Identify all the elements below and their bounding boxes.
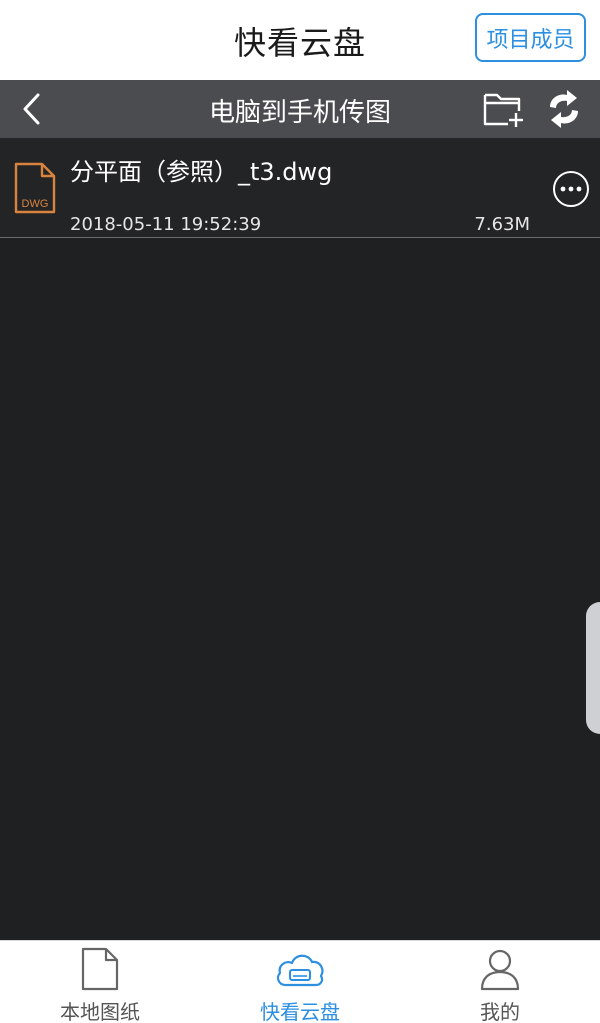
side-drawer-handle[interactable] [586,602,600,734]
file-date: 2018-05-11 19:52:39 [70,214,262,235]
tab-cloud-drive[interactable]: 快看云盘 [200,941,400,1023]
tab-mine[interactable]: 我的 [400,941,600,1023]
dwg-file-icon: DWG [14,162,56,214]
tab-local-drawings[interactable]: 本地图纸 [0,941,200,1023]
document-icon [80,947,120,995]
folder-nav-bar: 电脑到手机传图 [0,80,600,138]
top-header: 快看云盘 项目成员 [0,0,600,80]
app-root: 快看云盘 项目成员 电脑到手机传图 DWG 分平面（参照）_t3.dwg 201… [0,0,600,1023]
project-members-button[interactable]: 项目成员 [475,13,586,62]
sync-icon [550,90,578,128]
file-size: 7.63M [474,214,530,235]
tab-label: 快看云盘 [260,1000,340,1023]
cloud-drive-icon [274,947,326,995]
file-name: 分平面（参照）_t3.dwg [70,158,333,186]
user-icon [478,947,522,995]
new-folder-icon [483,93,523,127]
file-more-button[interactable] [552,170,590,208]
bottom-tab-bar: 本地图纸 快看云盘 我的 [0,940,600,1023]
tab-label: 本地图纸 [60,1000,140,1023]
sync-button[interactable] [542,87,586,131]
file-list-item[interactable]: DWG 分平面（参照）_t3.dwg 2018-05-11 19:52:39 7… [0,138,600,238]
tab-label: 我的 [480,1000,520,1023]
more-options-icon [553,171,589,207]
file-type-label: DWG [22,198,49,210]
new-folder-button[interactable] [482,89,526,129]
